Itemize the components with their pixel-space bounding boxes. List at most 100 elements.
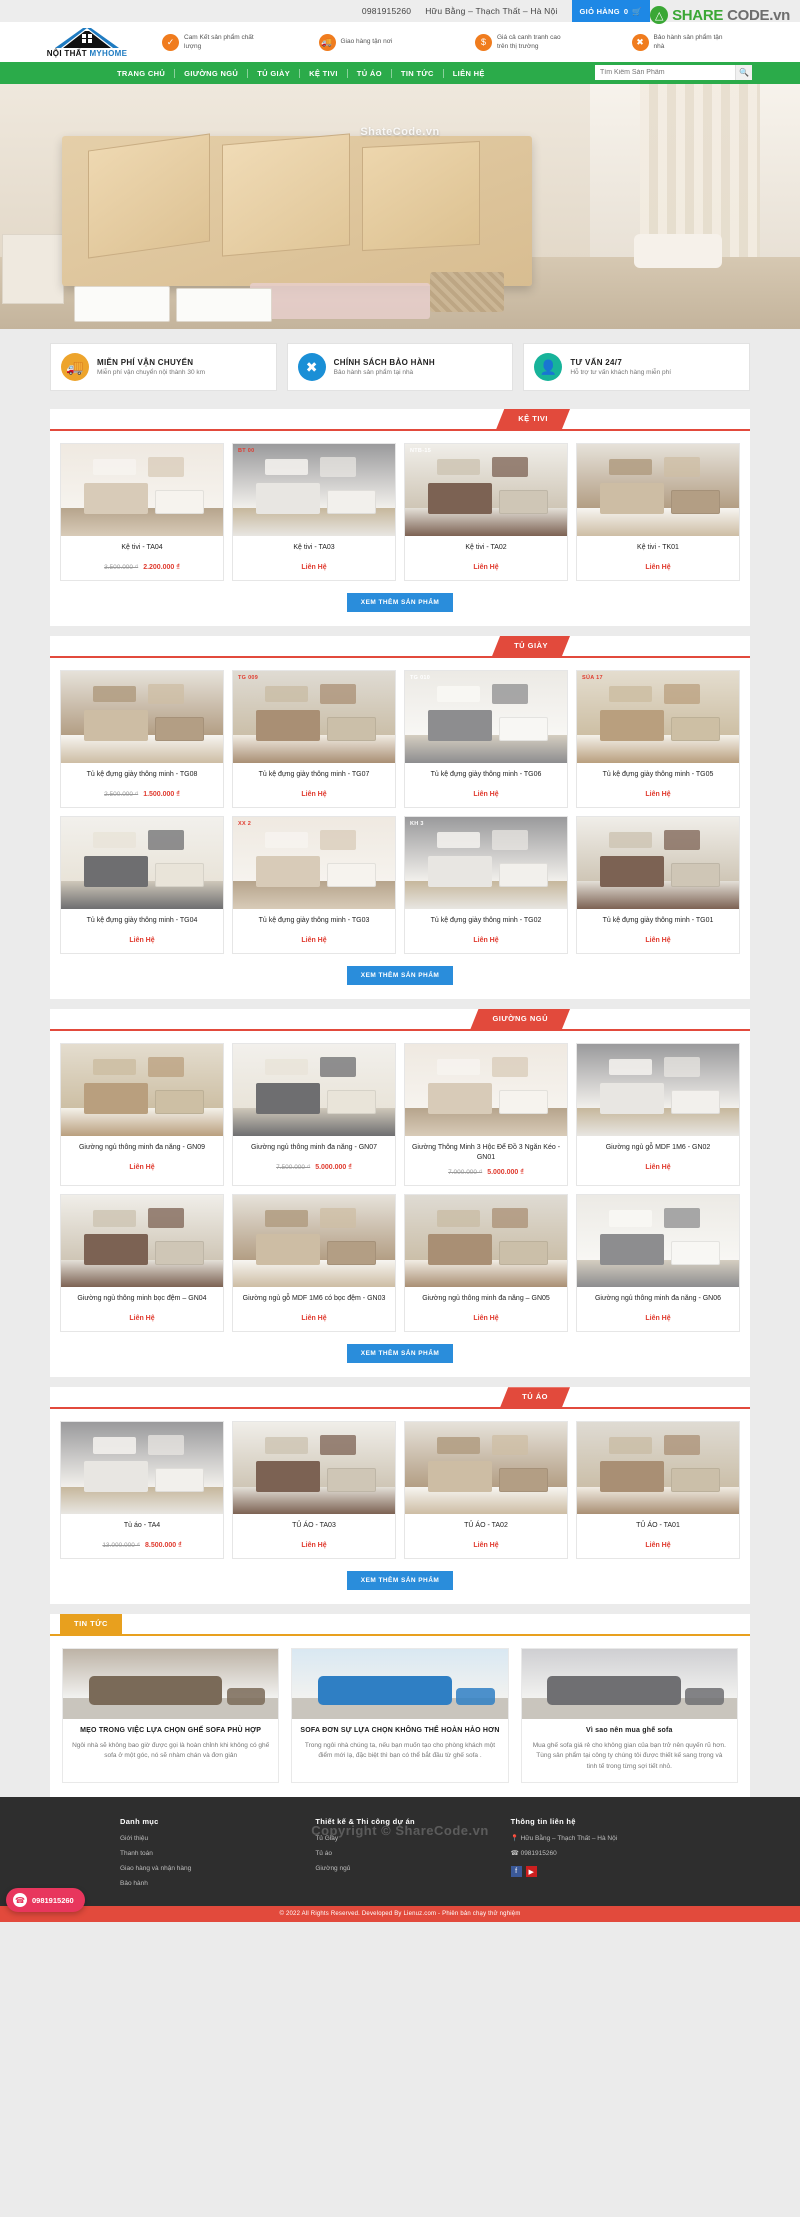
product-card[interactable]: Kệ tivi - TA04 3.500.000 ₫ 2.200.000 ₫ <box>60 443 224 581</box>
product-contact-label[interactable]: Liên Hệ <box>473 564 498 571</box>
product-name[interactable]: Giường ngủ gỗ MDF 1M6 có bọc đệm - GN03 <box>233 1287 395 1313</box>
product-card[interactable]: Giường ngủ gỗ MDF 1M6 có bọc đệm - GN03 L… <box>232 1194 396 1333</box>
product-card[interactable]: KH 3 Tủ kệ đựng giày thông minh - TG02 Liê… <box>404 816 568 954</box>
product-name[interactable]: Giường ngủ thông minh đa năng - GN09 <box>61 1136 223 1162</box>
product-card[interactable]: TG 009 Tủ kệ đựng giày thông minh - TG07 L… <box>232 670 396 808</box>
product-contact-label[interactable]: Liên Hệ <box>645 937 670 944</box>
site-logo[interactable]: NỘI THẤT MYHOME <box>12 26 162 58</box>
product-contact-label[interactable]: Liên Hệ <box>645 791 670 798</box>
product-contact-label[interactable]: Liên Hệ <box>301 791 326 798</box>
product-name[interactable]: Kệ tivi - TK01 <box>577 536 739 562</box>
product-name[interactable]: TỦ ÁO - TA02 <box>405 1514 567 1540</box>
footer-link-1-2[interactable]: Giường ngủ <box>315 1864 484 1873</box>
product-name[interactable]: Tủ kệ đựng giày thông minh - TG08 <box>61 763 223 789</box>
product-card[interactable]: Giường ngủ thông minh bọc đệm – GN04 Liên… <box>60 1194 224 1333</box>
product-name[interactable]: Giường ngủ thông minh đa năng – GN05 <box>405 1287 567 1313</box>
product-name[interactable]: Kệ tivi - TA04 <box>61 536 223 562</box>
facebook-icon[interactable]: f <box>510 1866 522 1878</box>
product-card[interactable]: Giường ngủ thông minh đa năng - GN07 7.50… <box>232 1043 396 1187</box>
product-name[interactable]: Giường ngủ gỗ MDF 1M6 - GN02 <box>577 1136 739 1162</box>
cart-button[interactable]: GIỎ HÀNG 0 🛒 <box>571 0 650 22</box>
footer-link-0-2[interactable]: Giao hàng và nhận hàng <box>120 1864 289 1873</box>
product-card[interactable]: Giường ngủ gỗ MDF 1M6 - GN02 Liên Hệ <box>576 1043 740 1187</box>
product-card[interactable]: Giường ngủ thông minh đa năng – GN05 Liên… <box>404 1194 568 1333</box>
product-card[interactable]: Giường ngủ thông minh đa năng - GN09 Liên… <box>60 1043 224 1187</box>
product-name[interactable]: Giường ngủ thông minh bọc đệm – GN04 <box>61 1287 223 1313</box>
product-contact-label[interactable]: Liên Hệ <box>645 564 670 571</box>
news-title[interactable]: Vì sao nên mua ghế sofa <box>522 1719 737 1741</box>
search-submit-button[interactable]: 🔍 <box>735 65 752 80</box>
product-card[interactable]: Kệ tivi - TK01 Liên Hệ <box>576 443 740 581</box>
youtube-icon[interactable]: ▶ <box>525 1866 537 1878</box>
nav-home[interactable]: TRANG CHỦ <box>108 68 176 78</box>
product-card[interactable]: Giường Thông Minh 3 Hộc Để Đồ 3 Ngăn Kéo… <box>404 1043 568 1187</box>
more-products-button[interactable]: XEM THÊM SẢN PHẨM <box>346 1344 454 1364</box>
product-name[interactable]: Giường ngủ thông minh đa năng - GN06 <box>577 1287 739 1313</box>
news-title[interactable]: MẸO TRONG VIỆC LỰA CHỌN GHẾ SOFA PHÙ HỢP <box>63 1719 278 1741</box>
product-card[interactable]: Tủ áo - TA4 13.000.000 ₫ 8.500.000 ₫ <box>60 1421 224 1560</box>
product-name[interactable]: TỦ ÁO - TA01 <box>577 1514 739 1540</box>
service-card-support: 👤 TƯ VẤN 24/7 Hỗ trợ tư vấn khách hàng m… <box>523 343 751 391</box>
product-card[interactable]: TỦ ÁO - TA02 Liên Hệ <box>404 1421 568 1560</box>
product-name[interactable]: Kệ tivi - TA03 <box>233 536 395 562</box>
footer-link-0-1[interactable]: Thanh toán <box>120 1849 289 1858</box>
product-contact-label[interactable]: Liên Hệ <box>645 1542 670 1549</box>
search-input[interactable] <box>595 65 735 80</box>
product-name[interactable]: Tủ kệ đựng giày thông minh - TG04 <box>61 909 223 935</box>
product-name[interactable]: Giường Thông Minh 3 Hộc Để Đồ 3 Ngăn Kéo… <box>405 1136 567 1167</box>
product-contact-label[interactable]: Liên Hệ <box>645 1164 670 1171</box>
product-contact-label[interactable]: Liên Hệ <box>645 1315 670 1322</box>
news-title[interactable]: SOFA ĐƠN SỰ LỰA CHỌN KHÔNG THỂ HOÀN HẢO … <box>292 1719 507 1741</box>
more-products-button[interactable]: XEM THÊM SẢN PHẨM <box>346 1571 454 1591</box>
product-name[interactable]: Tủ kệ đựng giày thông minh - TG01 <box>577 909 739 935</box>
product-name[interactable]: Tủ kệ đựng giày thông minh - TG05 <box>577 763 739 789</box>
product-name[interactable]: Tủ kệ đựng giày thông minh - TG07 <box>233 763 395 789</box>
product-contact-label[interactable]: Liên Hệ <box>473 791 498 798</box>
topbar-phone[interactable]: 0981915260 <box>362 6 411 16</box>
footer-phone[interactable]: ☎ 0981915260 <box>511 1849 680 1858</box>
product-name[interactable]: Kệ tivi - TA02 <box>405 536 567 562</box>
hotline-floating-button[interactable]: ☎ 0981915260 <box>6 1888 85 1913</box>
product-contact-label[interactable]: Liên Hệ <box>129 1315 154 1322</box>
news-card[interactable]: Vì sao nên mua ghế sofa Mua ghế sofa giá … <box>520 1648 738 1783</box>
nav-shoe-cabinets[interactable]: TỦ GIÀY <box>248 68 301 78</box>
product-card[interactable]: Tủ kệ đựng giày thông minh - TG08 2.500.0… <box>60 670 224 808</box>
footer-link-0-3[interactable]: Bảo hành <box>120 1879 289 1888</box>
product-name[interactable]: Tủ áo - TA4 <box>61 1514 223 1540</box>
nav-wardrobes[interactable]: TỦ ÁO <box>348 68 392 78</box>
product-card[interactable]: Tủ kệ đựng giày thông minh - TG04 Liên Hệ <box>60 816 224 954</box>
product-card[interactable]: Giường ngủ thông minh đa năng - GN06 Liên… <box>576 1194 740 1333</box>
nav-beds[interactable]: GIƯỜNG NGỦ <box>175 68 249 78</box>
nav-tv-shelves[interactable]: KỆ TIVI <box>300 68 348 78</box>
product-contact-label[interactable]: Liên Hệ <box>129 1164 154 1171</box>
product-contact-label[interactable]: Liên Hệ <box>301 1315 326 1322</box>
product-contact-label[interactable]: Liên Hệ <box>129 937 154 944</box>
product-contact-label[interactable]: Liên Hệ <box>473 1542 498 1549</box>
product-card[interactable]: XX 2 Tủ kệ đựng giày thông minh - TG03 Liê… <box>232 816 396 954</box>
product-contact-label[interactable]: Liên Hệ <box>301 937 326 944</box>
product-contact-label[interactable]: Liên Hệ <box>473 937 498 944</box>
nav-contact[interactable]: LIÊN HỆ <box>444 69 494 78</box>
product-contact-label[interactable]: Liên Hệ <box>301 564 326 571</box>
nav-news[interactable]: TIN TỨC <box>392 68 444 78</box>
more-products-button[interactable]: XEM THÊM SẢN PHẨM <box>346 593 454 612</box>
product-name[interactable]: Giường ngủ thông minh đa năng - GN07 <box>233 1136 395 1162</box>
news-card[interactable]: MẸO TRONG VIỆC LỰA CHỌN GHẾ SOFA PHÙ HỢP… <box>62 1648 280 1783</box>
product-contact-label[interactable]: Liên Hệ <box>473 1315 498 1322</box>
product-name[interactable]: Tủ kệ đựng giày thông minh - TG03 <box>233 909 395 935</box>
hero-banner[interactable]: ShateCode.vn <box>0 84 800 329</box>
product-contact-label[interactable]: Liên Hệ <box>301 1542 326 1549</box>
product-name[interactable]: Tủ kệ đựng giày thông minh - TG06 <box>405 763 567 789</box>
product-card[interactable]: NTB-15 Kệ tivi - TA02 Liên Hệ <box>404 443 568 581</box>
product-card[interactable]: TG 010 Tủ kệ đựng giày thông minh - TG06 L… <box>404 670 568 808</box>
product-card[interactable]: BT 00 Kệ tivi - TA03 Liên Hệ <box>232 443 396 581</box>
news-card[interactable]: SOFA ĐƠN SỰ LỰA CHỌN KHÔNG THỂ HOÀN HẢO … <box>291 1648 509 1783</box>
product-name[interactable]: TỦ ÁO - TA03 <box>233 1514 395 1540</box>
product-card[interactable]: Tủ kệ đựng giày thông minh - TG01 Liên Hệ <box>576 816 740 954</box>
product-card[interactable]: SÚA 17 Tủ kệ đựng giày thông minh - TG05 L… <box>576 670 740 808</box>
product-card[interactable]: TỦ ÁO - TA01 Liên Hệ <box>576 1421 740 1560</box>
footer-link-1-1[interactable]: Tủ áo <box>315 1849 484 1858</box>
product-card[interactable]: TỦ ÁO - TA03 Liên Hệ <box>232 1421 396 1560</box>
product-name[interactable]: Tủ kệ đựng giày thông minh - TG02 <box>405 909 567 935</box>
more-products-button[interactable]: XEM THÊM SẢN PHẨM <box>346 966 454 985</box>
